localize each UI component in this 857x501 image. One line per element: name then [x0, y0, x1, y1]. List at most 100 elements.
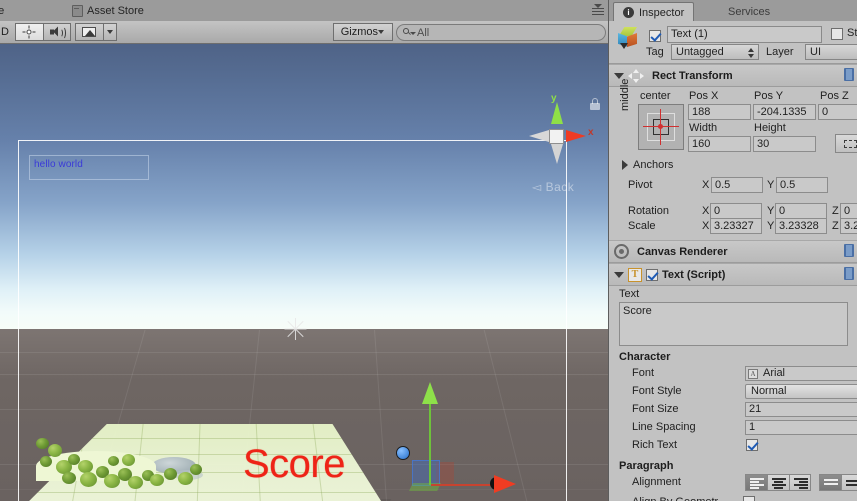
gizmo-neg-y-cone[interactable]	[551, 144, 563, 164]
inspector-tabbar: i Inspector Services	[609, 0, 857, 22]
chevron-down-icon	[378, 30, 384, 34]
tab-inspector[interactable]: i Inspector	[613, 2, 695, 22]
gizmos-dropdown[interactable]: Gizmos	[332, 23, 393, 41]
rotation-y-field[interactable]: 0	[775, 203, 827, 219]
light-gizmo-icon[interactable]	[283, 316, 309, 342]
width-field[interactable]: 160	[688, 136, 751, 152]
rect-transform-header[interactable]: Rect Transform	[609, 64, 857, 87]
foldout-open-icon[interactable]	[614, 271, 624, 278]
gizmo-z-handle[interactable]	[396, 446, 410, 460]
font-size-field[interactable]: 21	[745, 402, 857, 417]
alignment-vertical-group	[819, 474, 857, 491]
tab-services[interactable]: Services	[719, 2, 779, 21]
scene-lighting-toggle[interactable]	[14, 23, 43, 41]
align-middle-button[interactable]	[841, 474, 857, 491]
font-value: Arial	[763, 367, 786, 379]
rotation-x-field[interactable]: 0	[710, 203, 762, 219]
move-gizmo[interactable]	[390, 380, 530, 500]
scale-x-field[interactable]: 3.23327	[710, 218, 762, 234]
tab-asset-store[interactable]: Asset Store	[64, 1, 152, 21]
gizmo-y-cone[interactable]	[551, 102, 563, 124]
height-label: Height	[754, 122, 786, 134]
pivot-y-field[interactable]: 0.5	[776, 177, 828, 193]
book-icon[interactable]	[844, 244, 854, 257]
scene-fx-toggle[interactable]	[74, 23, 103, 41]
text-enabled-checkbox[interactable]	[646, 268, 658, 281]
component-actions	[844, 244, 854, 257]
align-top-button[interactable]	[819, 474, 841, 491]
tag-value: Untagged	[676, 46, 724, 58]
line-spacing-field[interactable]: 1	[745, 420, 857, 435]
pivot-x-field[interactable]: 0.5	[711, 177, 763, 193]
gizmo-y-arrow[interactable]	[422, 382, 438, 404]
component-actions	[844, 267, 854, 280]
tab-scene[interactable]: ne	[0, 1, 12, 21]
scene-orientation-gizmo[interactable]: y x ◅ Back	[512, 93, 602, 204]
pos-x-field[interactable]: 188	[688, 104, 751, 120]
gameobject-name-field[interactable]: Text (1)	[667, 26, 822, 43]
align-left-button[interactable]	[745, 474, 767, 491]
font-style-dropdown[interactable]: Normal	[745, 384, 857, 399]
scale-z-field[interactable]: 3.23	[840, 218, 857, 234]
height-field[interactable]: 30	[753, 136, 816, 152]
gameobject-enabled-checkbox[interactable]	[649, 30, 661, 42]
gizmo-x-cone[interactable]	[566, 130, 586, 142]
canvas-renderer-icon	[614, 244, 629, 259]
image-icon	[82, 27, 97, 37]
foldout-open-icon[interactable]	[614, 72, 624, 79]
pos-y-label: Pos Y	[754, 90, 784, 102]
scene-audio-toggle[interactable]	[42, 23, 71, 41]
pos-y-field[interactable]: -204.1335	[753, 104, 816, 120]
scene-search-value: All	[417, 26, 430, 39]
canvas-renderer-header[interactable]: Canvas Renderer	[609, 240, 857, 263]
text-value-textarea[interactable]: Score	[619, 302, 848, 346]
blueprint-mode-button[interactable]	[835, 134, 857, 153]
toggle-2d-button[interactable]: D	[0, 22, 15, 42]
font-style-label: Font Style	[632, 385, 682, 397]
pos-z-field[interactable]: 0	[818, 104, 857, 120]
speaker-icon	[49, 26, 66, 40]
scene-fx-dropdown[interactable]	[102, 23, 117, 41]
gizmo-y-axis[interactable]	[429, 400, 431, 485]
rich-text-row: Rich Text	[609, 437, 857, 455]
scene-search-input[interactable]: All	[396, 23, 606, 41]
foldout-closed-icon[interactable]	[622, 160, 628, 170]
book-icon[interactable]	[844, 267, 854, 280]
alignment-row: Alignment	[609, 474, 857, 494]
inspector-body: Text (1) Stat Tag Untagged Layer UI	[609, 21, 857, 501]
scene-viewport[interactable]: Score hello world y x ◅ Back	[0, 44, 608, 501]
scale-y-field[interactable]: 3.23328	[775, 218, 827, 234]
lock-icon[interactable]	[590, 98, 600, 110]
tab-inspector-label: Inspector	[639, 6, 685, 19]
updown-icon	[748, 48, 754, 58]
font-object-field[interactable]: A Arial	[745, 366, 857, 381]
anchors-foldout[interactable]: Anchors	[617, 159, 673, 171]
gizmo-center-cube[interactable]	[549, 129, 564, 144]
gizmo-x-axis[interactable]	[431, 484, 496, 486]
pos-x-label: Pos X	[689, 90, 719, 102]
rot-z-axis-label: Z	[832, 205, 839, 217]
component-actions	[844, 68, 854, 81]
book-icon[interactable]	[844, 68, 854, 81]
score-scene-text: Score	[243, 442, 346, 486]
gizmo-plane-xy[interactable]	[412, 460, 440, 486]
align-by-geometry-checkbox[interactable]	[743, 496, 755, 501]
align-center-button[interactable]	[767, 474, 789, 491]
rot-x-axis-label: X	[702, 205, 710, 217]
gizmo-view-label[interactable]: ◅ Back	[532, 180, 574, 194]
pivot-label: Pivot	[628, 179, 653, 191]
static-checkbox[interactable]	[831, 28, 843, 40]
gizmo-neg-x-cone[interactable]	[529, 130, 549, 142]
text-script-header[interactable]: T Text (Script)	[609, 263, 857, 286]
panel-menu-icon[interactable]	[590, 2, 606, 16]
info-icon: i	[623, 7, 634, 18]
tag-dropdown[interactable]: Untagged	[671, 44, 759, 60]
align-right-button[interactable]	[789, 474, 811, 491]
layer-dropdown[interactable]: UI	[805, 44, 857, 60]
character-section-label: Character	[619, 351, 671, 363]
rotation-z-field[interactable]: 0	[840, 203, 857, 219]
scene-toolbar-toggles	[14, 23, 71, 41]
gizmo-x-arrow[interactable]	[494, 475, 516, 493]
anchor-preset-button[interactable]	[638, 104, 684, 150]
rich-text-checkbox[interactable]	[746, 439, 758, 451]
